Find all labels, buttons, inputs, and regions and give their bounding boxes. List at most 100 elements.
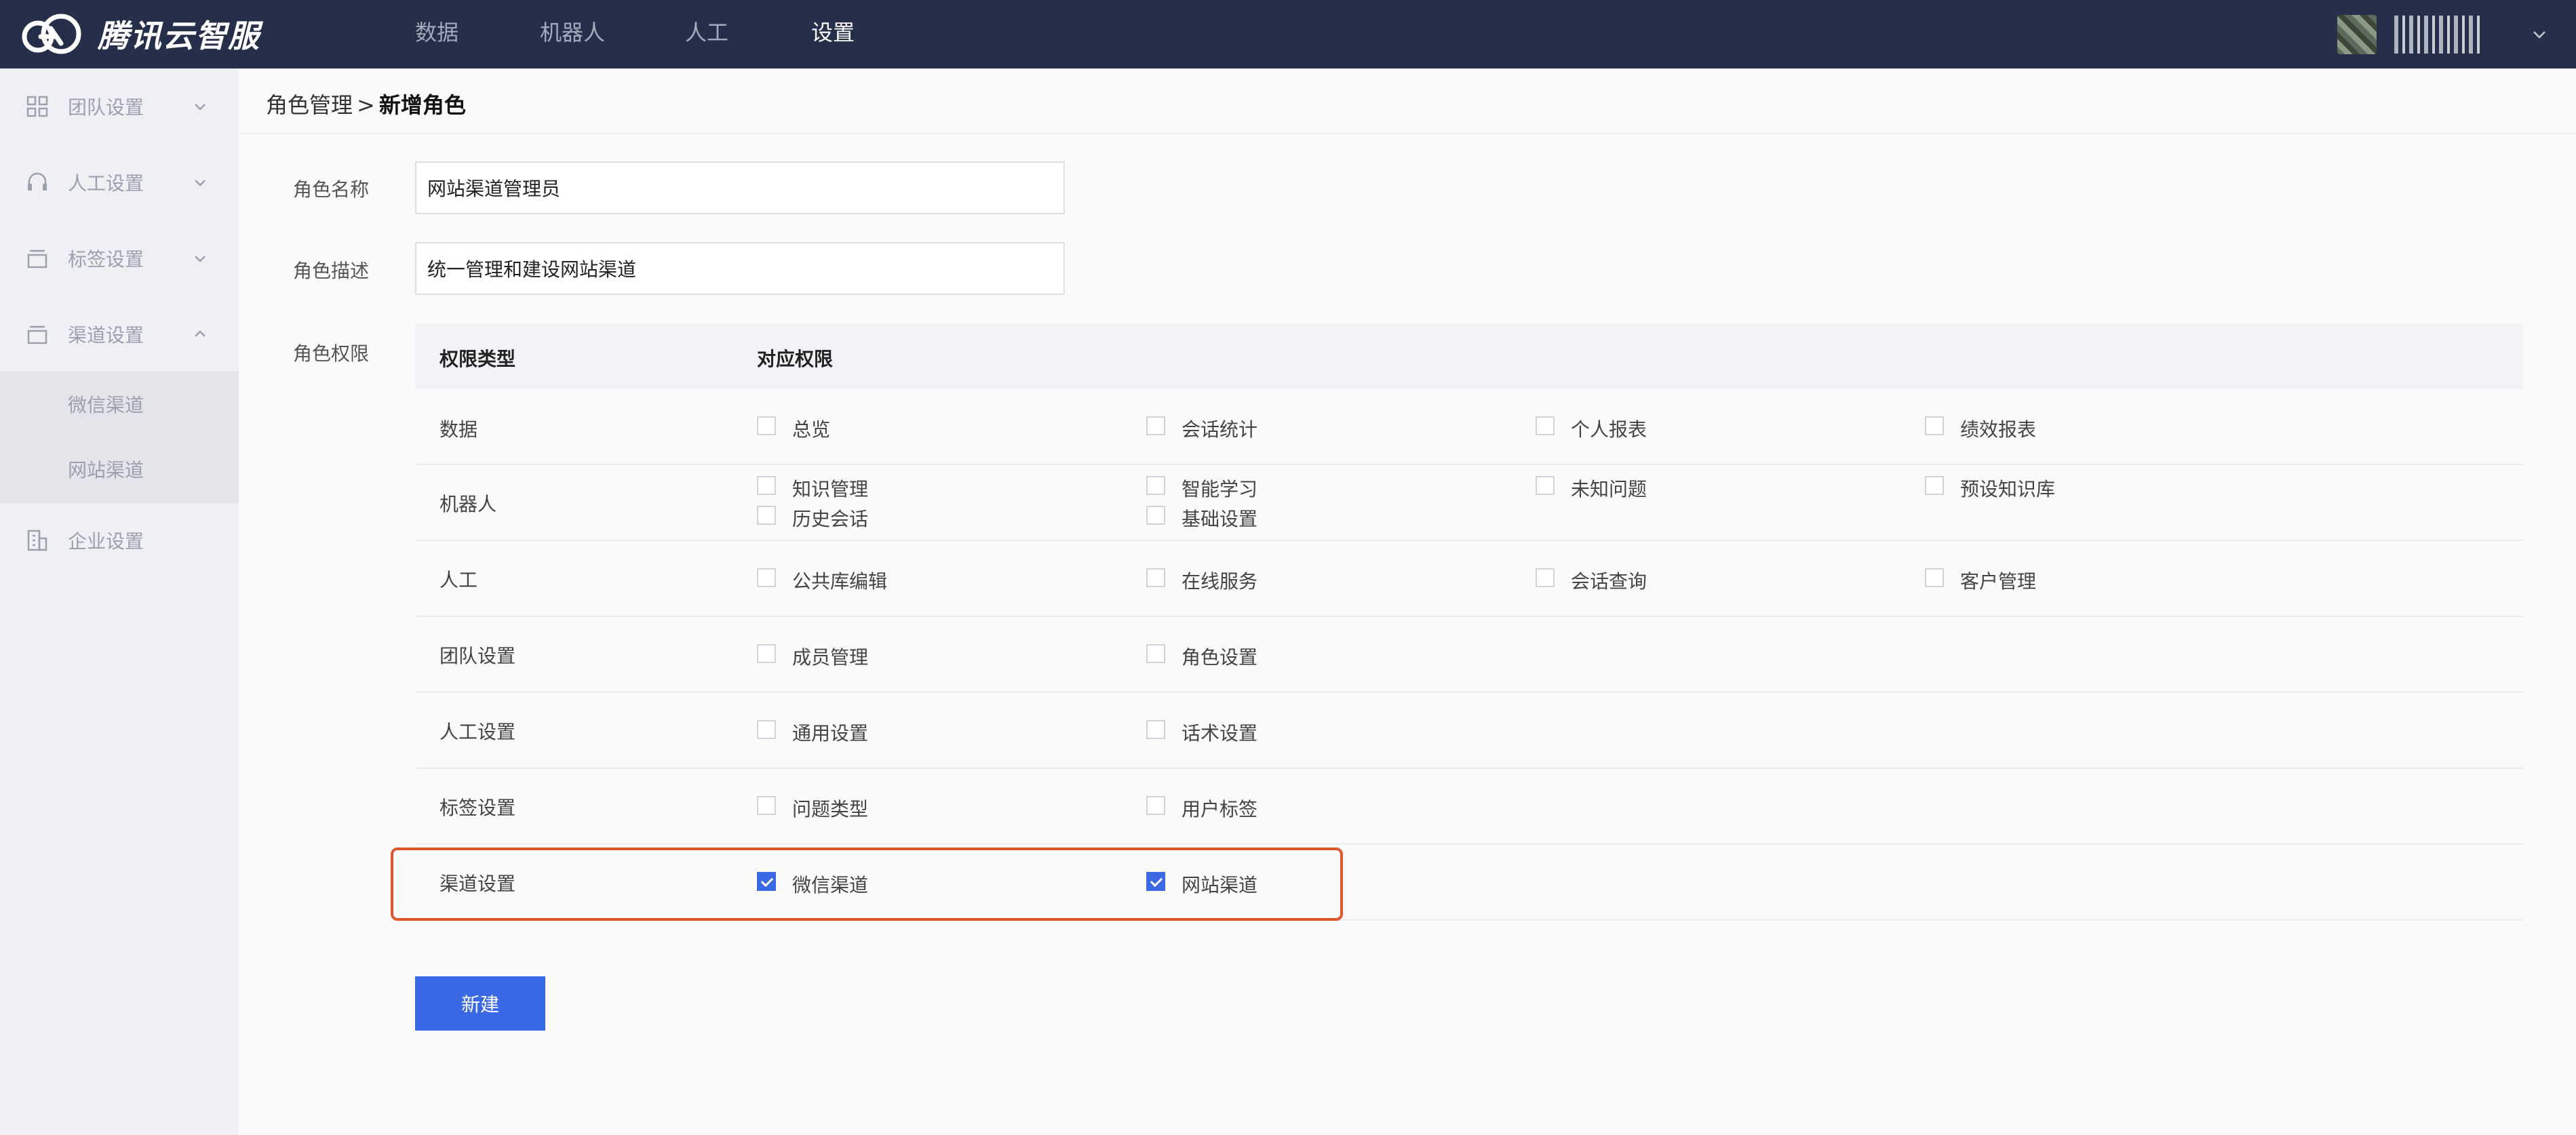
checkbox-label[interactable]: 知识管理 <box>792 475 868 502</box>
chevron-up-icon <box>195 330 206 337</box>
checkbox-label[interactable]: 总览 <box>792 415 830 442</box>
top-bar: 腾讯云智服 数据 机器人 人工 设置 <box>0 0 2576 68</box>
create-button[interactable]: 新建 <box>415 976 545 1031</box>
avatar[interactable] <box>2337 14 2377 54</box>
checkbox-label[interactable]: 用户标签 <box>1182 795 1257 822</box>
header-permission-type: 权限类型 <box>440 348 516 370</box>
sidebar-item-label: 团队设置 <box>68 96 144 119</box>
checkbox[interactable] <box>1146 720 1165 739</box>
checkbox-label[interactable]: 问题类型 <box>792 795 868 822</box>
chevron-down-icon <box>195 180 206 186</box>
user-menu[interactable] <box>2337 0 2549 68</box>
checkbox[interactable] <box>1536 416 1555 435</box>
sidebar-subitem-website[interactable]: 网站渠道 <box>68 456 144 483</box>
table-row: 渠道设置 微信渠道 网站渠道 <box>415 845 2523 921</box>
sidebar-item-label: 人工设置 <box>68 172 144 195</box>
row-label: 渠道设置 <box>440 873 516 895</box>
checkbox-checked[interactable] <box>757 872 776 891</box>
row-label: 人工 <box>440 569 478 591</box>
checkbox-label[interactable]: 智能学习 <box>1182 475 1257 502</box>
divider <box>239 133 2576 134</box>
headset-icon <box>28 172 47 191</box>
checkbox-label[interactable]: 未知问题 <box>1571 475 1647 502</box>
sidebar-subitem-wechat[interactable]: 微信渠道 <box>68 391 144 418</box>
tag-box-icon <box>27 250 47 268</box>
checkbox-label[interactable]: 客户管理 <box>1960 567 2036 594</box>
checkbox[interactable] <box>757 796 776 815</box>
logo[interactable]: 腾讯云智服 <box>20 9 260 58</box>
checkbox[interactable] <box>757 568 776 587</box>
table-row: 机器人 知识管理 智能学习 未知问题 预设知识库 历史会话 基础设置 <box>415 465 2523 541</box>
table-row: 数据 总览 会话统计 个人报表 绩效报表 <box>415 389 2523 465</box>
table-row: 人工 公共库编辑 在线服务 会话查询 客户管理 <box>415 541 2523 617</box>
checkbox-label[interactable]: 成员管理 <box>792 643 868 670</box>
sidebar-item-label: 标签设置 <box>68 248 144 271</box>
username-blurred <box>2394 15 2482 54</box>
checkbox-label[interactable]: 通用设置 <box>792 719 868 746</box>
nav-item-data[interactable]: 数据 <box>415 0 458 68</box>
sidebar-item-tag-settings[interactable]: 标签设置 <box>0 231 239 285</box>
checkbox[interactable] <box>1146 416 1165 435</box>
checkbox[interactable] <box>1146 796 1165 815</box>
sidebar-item-label: 企业设置 <box>68 530 144 553</box>
checkbox[interactable] <box>1146 506 1165 525</box>
checkbox[interactable] <box>1146 644 1165 663</box>
channel-box-icon <box>27 325 47 344</box>
chevron-down-icon <box>195 104 206 111</box>
logo-text: 腾讯云智服 <box>98 18 260 54</box>
checkbox-label[interactable]: 绩效报表 <box>1960 415 2036 442</box>
checkbox-checked[interactable] <box>1146 872 1165 891</box>
checkbox-label[interactable]: 历史会话 <box>792 504 868 532</box>
sidebar-item-enterprise-settings[interactable]: 企业设置 <box>0 513 239 568</box>
checkbox[interactable] <box>757 644 776 663</box>
checkbox-label[interactable]: 公共库编辑 <box>792 567 887 594</box>
checkbox-label[interactable]: 话术设置 <box>1182 719 1257 746</box>
checkbox[interactable] <box>1536 476 1555 495</box>
role-desc-label: 角色描述 <box>293 260 370 282</box>
nav-item-robot[interactable]: 机器人 <box>540 0 605 68</box>
sidebar-item-agent-settings[interactable]: 人工设置 <box>0 155 239 210</box>
cloud-logo-icon <box>22 14 81 54</box>
checkbox[interactable] <box>1536 568 1555 587</box>
checkbox-label[interactable]: 基础设置 <box>1182 504 1257 532</box>
checkbox-label[interactable]: 预设知识库 <box>1960 475 2055 502</box>
sidebar-item-team[interactable]: 团队设置 <box>0 79 239 134</box>
chevron-down-icon[interactable] <box>2530 25 2549 44</box>
sidebar-item-label: 渠道设置 <box>68 324 144 346</box>
checkbox-label[interactable]: 个人报表 <box>1571 415 1647 442</box>
grid-icon <box>26 96 48 117</box>
checkbox-label[interactable]: 会话查询 <box>1571 567 1647 594</box>
checkbox[interactable] <box>1146 568 1165 587</box>
row-label: 数据 <box>440 418 478 441</box>
permission-table-header: 权限类型 对应权限 <box>415 324 2523 389</box>
sidebar: 团队设置 人工设置 标签设置 渠道设置 微信渠道 网站渠道 企业设置 <box>0 68 239 1135</box>
checkbox-label[interactable]: 角色设置 <box>1182 643 1257 670</box>
breadcrumb: 角色管理 > 新增角色 <box>266 88 466 119</box>
nav-item-agent[interactable]: 人工 <box>685 0 728 68</box>
checkbox[interactable] <box>1925 416 1944 435</box>
checkbox[interactable] <box>1925 568 1944 587</box>
checkbox[interactable] <box>757 720 776 739</box>
table-row: 标签设置 问题类型 用户标签 <box>415 769 2523 845</box>
role-perm-label: 角色权限 <box>293 342 370 365</box>
checkbox[interactable] <box>1925 476 1944 495</box>
checkbox[interactable] <box>757 506 776 525</box>
row-label: 标签设置 <box>440 797 516 819</box>
role-name-input[interactable] <box>415 161 1065 214</box>
chevron-down-icon <box>195 256 206 262</box>
breadcrumb-parent[interactable]: 角色管理 <box>266 92 353 118</box>
building-icon <box>27 530 47 551</box>
role-desc-input[interactable] <box>415 242 1065 295</box>
checkbox-label[interactable]: 微信渠道 <box>792 871 868 898</box>
role-name-label: 角色名称 <box>293 178 370 201</box>
checkbox-label[interactable]: 网站渠道 <box>1182 871 1257 898</box>
checkbox-label[interactable]: 在线服务 <box>1182 567 1257 594</box>
checkbox[interactable] <box>1146 476 1165 495</box>
checkbox[interactable] <box>757 476 776 495</box>
row-label: 人工设置 <box>440 721 516 743</box>
checkbox[interactable] <box>757 416 776 435</box>
sidebar-item-channel-settings[interactable]: 渠道设置 <box>0 307 239 361</box>
nav-item-settings[interactable]: 设置 <box>811 0 855 68</box>
header-permission-items: 对应权限 <box>757 348 834 370</box>
checkbox-label[interactable]: 会话统计 <box>1182 415 1257 442</box>
